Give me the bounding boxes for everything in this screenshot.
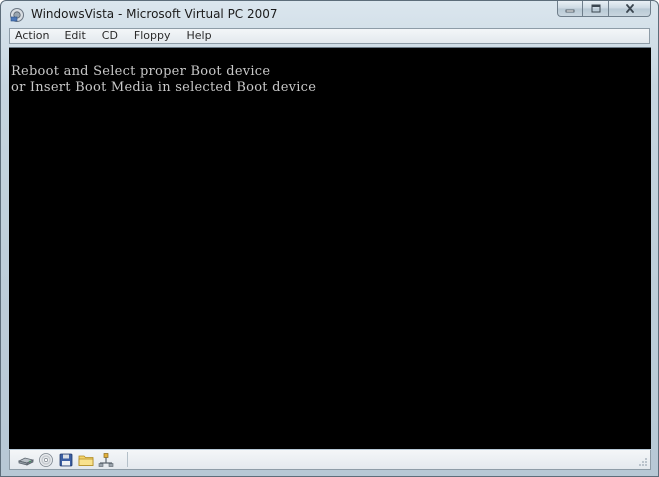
minimize-icon — [565, 9, 575, 12]
close-icon — [625, 4, 634, 13]
menu-bar: Action Edit CD Floppy Help — [9, 28, 650, 44]
hard-disk-icon[interactable] — [18, 452, 34, 468]
device-icons — [18, 452, 118, 468]
cd-drive-icon[interactable] — [38, 452, 54, 468]
close-button[interactable] — [609, 1, 651, 17]
floppy-icon[interactable] — [58, 452, 74, 468]
caption-buttons — [557, 1, 651, 18]
maximize-button[interactable] — [583, 1, 609, 17]
virtual-pc-icon[interactable] — [9, 7, 25, 23]
menu-cd[interactable]: CD — [102, 29, 118, 43]
maximize-icon — [591, 4, 600, 13]
shared-folder-icon[interactable] — [78, 452, 94, 468]
status-bar — [9, 450, 651, 470]
virtual-pc-window: WindowsVista - Microsoft Virtual PC 2007 — [0, 0, 659, 477]
menu-edit[interactable]: Edit — [64, 29, 85, 43]
minimize-button[interactable] — [557, 1, 583, 17]
vm-display[interactable]: Reboot and Select proper Boot device or … — [9, 47, 651, 449]
menu-help[interactable]: Help — [187, 29, 212, 43]
menu-action[interactable]: Action — [15, 29, 49, 43]
window-title: WindowsVista - Microsoft Virtual PC 2007 — [31, 7, 278, 21]
boot-message-line-1: Reboot and Select proper Boot device — [11, 64, 271, 79]
boot-message-line-2: or Insert Boot Media in selected Boot de… — [11, 80, 317, 95]
network-icon[interactable] — [98, 452, 114, 468]
menu-floppy[interactable]: Floppy — [134, 29, 171, 43]
resize-grip-icon[interactable] — [638, 457, 648, 467]
title-bar[interactable]: WindowsVista - Microsoft Virtual PC 2007 — [1, 1, 658, 27]
status-separator — [127, 452, 128, 467]
